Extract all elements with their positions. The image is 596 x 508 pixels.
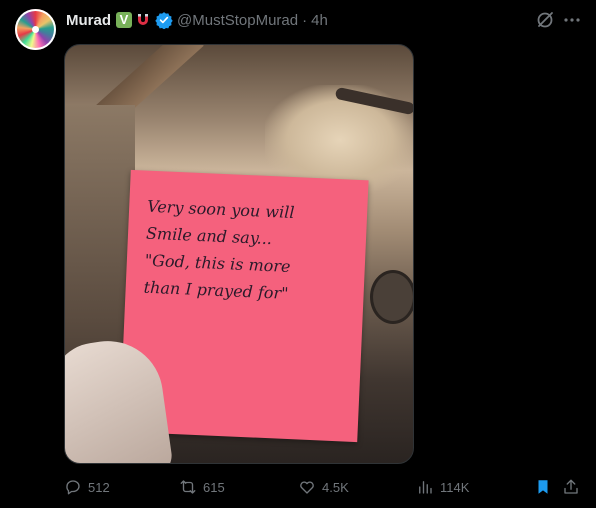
share-button[interactable] bbox=[562, 475, 580, 499]
views-button[interactable]: 114K bbox=[416, 475, 469, 499]
author-handle[interactable]: @MustStopMurad bbox=[177, 12, 298, 29]
author-name[interactable]: Murad bbox=[66, 12, 111, 29]
bookmark-button[interactable] bbox=[534, 475, 552, 499]
reply-button[interactable]: 512 bbox=[64, 475, 110, 499]
check-emoji-icon: V bbox=[116, 12, 132, 28]
verified-badge-icon bbox=[155, 11, 173, 30]
tweet-photo[interactable]: Very soon you will Smile and say... "God… bbox=[64, 44, 414, 464]
share-icon bbox=[562, 478, 580, 496]
repost-count: 615 bbox=[203, 479, 225, 495]
bookmark-icon bbox=[534, 478, 552, 496]
like-count: 4.5K bbox=[322, 479, 349, 495]
reply-count: 512 bbox=[88, 479, 110, 495]
wall-mirror bbox=[370, 270, 413, 324]
note-text: Very soon you will Smile and say... "God… bbox=[143, 193, 363, 310]
separator-dot: · bbox=[302, 11, 308, 29]
heart-icon bbox=[298, 478, 316, 496]
like-button[interactable]: 4.5K bbox=[298, 475, 349, 499]
timestamp[interactable]: 4h bbox=[311, 12, 328, 29]
grok-icon[interactable] bbox=[535, 10, 555, 30]
views-count: 114K bbox=[440, 479, 470, 495]
tweet: Murad V @MustStopMurad · 4h Very soon yo… bbox=[0, 0, 596, 508]
magnet-icon bbox=[135, 12, 151, 28]
repost-button[interactable]: 615 bbox=[179, 475, 225, 499]
repost-icon bbox=[179, 478, 197, 496]
action-bar: 512 615 4.5K 114K bbox=[64, 475, 584, 499]
avatar[interactable] bbox=[15, 9, 56, 50]
reply-icon bbox=[64, 478, 82, 496]
tweet-header: Murad V @MustStopMurad · 4h bbox=[66, 9, 328, 31]
views-icon bbox=[416, 478, 434, 496]
more-options-icon[interactable] bbox=[562, 10, 582, 30]
